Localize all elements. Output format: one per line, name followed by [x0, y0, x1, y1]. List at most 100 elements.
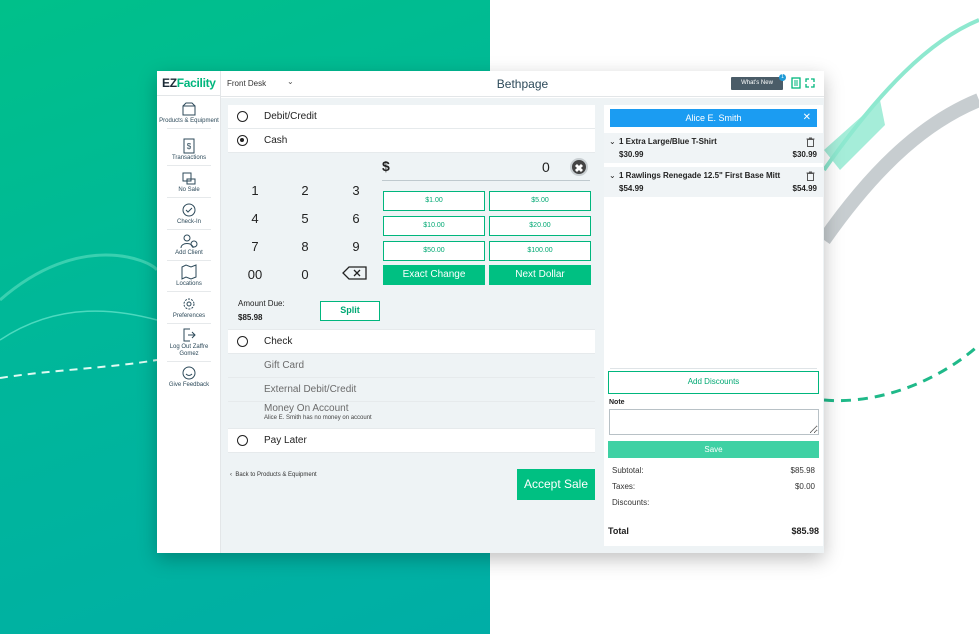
register-icon [182, 172, 196, 185]
expand-icon[interactable] [805, 78, 815, 88]
notification-badge: 1 [779, 74, 786, 81]
sidebar-item-label: Check-In [176, 219, 201, 225]
divider [157, 95, 221, 96]
logo-ez: EZ [162, 76, 177, 90]
key-7[interactable]: 7 [243, 239, 267, 254]
accept-sale-button[interactable]: Accept Sale [517, 469, 595, 500]
cart-item[interactable]: ⌄ 1 Rawlings Renegade 12.5" First Base M… [604, 167, 823, 197]
taxes-label: Taxes: [612, 482, 636, 491]
cart-item[interactable]: ⌄ 1 Extra Large/Blue T-Shirt $30.99 $30.… [604, 133, 823, 163]
sidebar-item-no-sale[interactable]: No Sale [157, 170, 221, 198]
radio-button[interactable] [237, 336, 248, 347]
radio-button[interactable] [237, 435, 248, 446]
gear-icon [183, 298, 195, 310]
whats-new-button[interactable]: What's New [731, 77, 783, 90]
add-client-icon [180, 234, 198, 249]
back-link[interactable]: ‹ Back to Products & Equipment [230, 472, 317, 478]
quick-amount-50[interactable]: $50.00 [383, 241, 485, 261]
divider [167, 165, 211, 166]
option-cash[interactable]: Cash [228, 129, 595, 153]
payment-panel: Debit/Credit Cash 1 2 3 4 5 6 7 8 9 00 0… [228, 105, 595, 453]
map-icon [181, 264, 197, 280]
option-pay-later[interactable]: Pay Later [228, 429, 595, 453]
discounts-label: Discounts: [612, 498, 650, 507]
key-00[interactable]: 00 [243, 267, 267, 282]
total-value: $85.98 [791, 526, 819, 536]
sidebar-item-locations[interactable]: Locations [157, 264, 221, 292]
item-unit-price: $54.99 [619, 184, 644, 193]
checkin-icon [182, 203, 196, 217]
close-icon[interactable]: ✕ [803, 109, 811, 127]
option-label: Cash [264, 135, 288, 146]
split-button[interactable]: Split [320, 301, 380, 321]
trash-icon[interactable] [806, 137, 815, 147]
key-9[interactable]: 9 [344, 239, 368, 254]
quick-amount-5[interactable]: $5.00 [489, 191, 591, 211]
cash-amount-input[interactable]: 0 [542, 159, 550, 175]
logo-facility: Facility [176, 76, 216, 90]
divider [167, 260, 211, 261]
sidebar-item-transactions[interactable]: $ Transactions [157, 138, 221, 166]
option-check[interactable]: Check [228, 330, 595, 354]
key-8[interactable]: 8 [293, 239, 317, 254]
divider [167, 197, 211, 198]
item-total: $54.99 [792, 184, 817, 193]
quick-amount-1[interactable]: $1.00 [383, 191, 485, 211]
exact-change-button[interactable]: Exact Change [383, 265, 485, 285]
sidebar-item-check-in[interactable]: Check-In [157, 202, 221, 230]
sidebar-item-add-client[interactable]: Add Client [157, 233, 221, 261]
option-money-on-account: Money On Account Alice E. Smith has no mo… [228, 402, 595, 429]
key-1[interactable]: 1 [243, 183, 267, 198]
client-banner[interactable]: Alice E. Smith ✕ [610, 109, 817, 127]
quick-amount-10[interactable]: $10.00 [383, 216, 485, 236]
receipt-icon: $ [183, 138, 195, 154]
box-icon [182, 102, 196, 116]
option-gift-card: Gift Card [228, 354, 595, 378]
total-label: Total [608, 526, 629, 536]
cash-panel: 1 2 3 4 5 6 7 8 9 00 0 $ 0 ✖ $1.00 $5.00… [228, 153, 595, 330]
option-debit-credit[interactable]: Debit/Credit [228, 105, 595, 129]
trash-icon[interactable] [806, 171, 815, 181]
svg-text:$: $ [187, 142, 192, 151]
key-0[interactable]: 0 [293, 267, 317, 282]
item-unit-price: $30.99 [619, 150, 644, 159]
key-3[interactable]: 3 [344, 183, 368, 198]
item-total: $30.99 [792, 150, 817, 159]
option-label: Debit/Credit [264, 111, 317, 122]
save-button[interactable]: Save [608, 441, 819, 458]
list-icon[interactable] [791, 77, 801, 89]
note-label: Note [609, 399, 625, 406]
key-6[interactable]: 6 [344, 211, 368, 226]
radio-button-selected[interactable] [237, 135, 248, 146]
sidebar-item-feedback[interactable]: Give Feedback [157, 365, 221, 389]
top-bar: Front Desk ⌄ Bethpage What's New 1 [221, 71, 824, 97]
next-dollar-button[interactable]: Next Dollar [489, 265, 591, 285]
logout-icon [183, 328, 196, 342]
ezfacility-logo[interactable]: EZFacility [162, 76, 216, 90]
quick-amount-100[interactable]: $100.00 [489, 241, 591, 261]
quick-amount-20[interactable]: $20.00 [489, 216, 591, 236]
taxes-value: $0.00 [794, 482, 815, 491]
note-textarea[interactable] [609, 409, 819, 435]
chevron-down-icon[interactable]: ⌄ [609, 171, 616, 180]
sidebar-item-label: Preferences [172, 313, 206, 319]
key-4[interactable]: 4 [243, 211, 267, 226]
money-on-account-note: Alice E. Smith has no money on account [264, 415, 372, 421]
key-5[interactable]: 5 [293, 211, 317, 226]
amount-due-value: $85.98 [238, 313, 263, 322]
sidebar-item-logout[interactable]: Log Out Zaffre Gomez [157, 327, 221, 362]
sidebar-item-preferences[interactable]: Preferences [157, 296, 221, 324]
backspace-icon[interactable] [342, 266, 368, 280]
divider [167, 361, 211, 362]
clear-amount-button[interactable]: ✖ [570, 158, 588, 176]
sidebar-item-label: No Sale [178, 187, 200, 193]
subtotal-value: $85.98 [790, 466, 815, 475]
add-discounts-button[interactable]: Add Discounts [608, 371, 819, 394]
client-name: Alice E. Smith [685, 113, 742, 123]
chevron-down-icon[interactable]: ⌄ [609, 137, 616, 146]
sidebar-item-label: Locations [176, 281, 202, 287]
sidebar-item-products[interactable]: Products & Equipment [157, 101, 221, 129]
option-label: Pay Later [264, 435, 307, 446]
key-2[interactable]: 2 [293, 183, 317, 198]
radio-button[interactable] [237, 111, 248, 122]
